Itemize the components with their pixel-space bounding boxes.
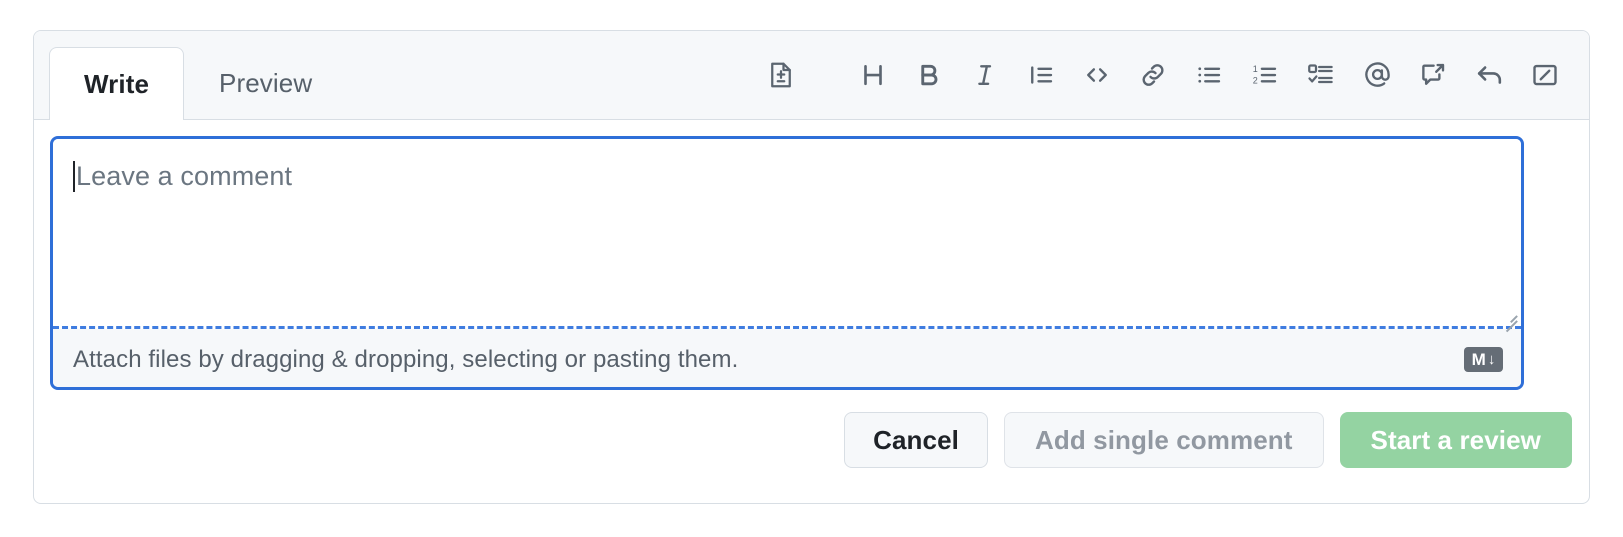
ordered-list-icon: 1 2 — [1250, 60, 1280, 90]
ordered-list-icon-button[interactable]: 1 2 — [1239, 49, 1291, 101]
suggest-change-icon-button[interactable] — [755, 49, 807, 101]
reply-icon-button[interactable] — [1463, 49, 1515, 101]
quote-icon-button[interactable] — [1015, 49, 1067, 101]
tab-nav: Write Preview — [34, 31, 347, 120]
add-single-comment-button[interactable]: Add single comment — [1004, 412, 1324, 468]
comment-editor-container: Leave a comment Attach files by dragging… — [50, 136, 1524, 390]
markdown-toolbar: 1 2 — [755, 30, 1571, 119]
slash-command-icon-button[interactable] — [1519, 49, 1571, 101]
comment-form-header: Write Preview 1 2 — [34, 31, 1589, 120]
reply-icon — [1474, 59, 1505, 90]
markdown-supported-badge[interactable]: M ↓ — [1464, 347, 1503, 372]
comment-form-actions: Cancel Add single comment Start a review — [844, 412, 1572, 468]
tab-write-label: Write — [84, 68, 150, 99]
start-a-review-button[interactable]: Start a review — [1339, 412, 1572, 468]
heading-icon-button[interactable] — [847, 49, 899, 101]
start-a-review-button-label: Start a review — [1370, 424, 1541, 455]
attach-files-hint: Attach files by dragging & dropping, sel… — [73, 345, 739, 373]
bold-icon-button[interactable] — [903, 49, 955, 101]
suggest-change-icon — [766, 60, 796, 90]
task-list-icon — [1306, 60, 1336, 90]
link-icon — [1138, 60, 1168, 90]
code-icon — [1082, 60, 1112, 90]
unordered-list-icon-button[interactable] — [1183, 49, 1235, 101]
cancel-button-label: Cancel — [873, 424, 959, 455]
tab-preview[interactable]: Preview — [184, 47, 347, 119]
textarea-resize-handle[interactable] — [1499, 306, 1518, 332]
unordered-list-icon — [1194, 60, 1224, 90]
svg-text:1: 1 — [1253, 63, 1258, 73]
saved-reply-icon-button[interactable] — [1407, 49, 1459, 101]
link-icon-button[interactable] — [1127, 49, 1179, 101]
attach-files-bar[interactable]: Attach files by dragging & dropping, sel… — [53, 329, 1521, 387]
add-single-comment-button-label: Add single comment — [1035, 424, 1293, 455]
svg-text:2: 2 — [1253, 75, 1258, 85]
text-cursor — [73, 161, 75, 192]
bold-icon — [914, 60, 944, 90]
task-list-icon-button[interactable] — [1295, 49, 1347, 101]
comment-placeholder: Leave a comment — [76, 161, 293, 191]
quote-icon — [1026, 60, 1056, 90]
code-icon-button[interactable] — [1071, 49, 1123, 101]
comment-textarea[interactable]: Leave a comment — [53, 139, 1521, 332]
heading-icon — [858, 60, 888, 90]
mention-icon-button[interactable] — [1351, 49, 1403, 101]
italic-icon-button[interactable] — [959, 49, 1011, 101]
comment-form: Write Preview 1 2 Leave a comment Attach… — [33, 30, 1590, 504]
slash-command-icon — [1530, 60, 1560, 90]
tab-write[interactable]: Write — [49, 47, 185, 120]
screen-root: Write Preview 1 2 Leave a comment Attach… — [0, 0, 1623, 537]
saved-reply-icon — [1418, 60, 1448, 90]
mention-icon — [1362, 59, 1393, 90]
markdown-badge-letter: M — [1471, 350, 1486, 369]
placeholder-row: Leave a comment — [73, 161, 1501, 192]
markdown-badge-arrow: ↓ — [1487, 351, 1496, 368]
tab-preview-label: Preview — [219, 68, 313, 98]
italic-icon — [970, 60, 1000, 90]
cancel-button[interactable]: Cancel — [844, 412, 988, 468]
